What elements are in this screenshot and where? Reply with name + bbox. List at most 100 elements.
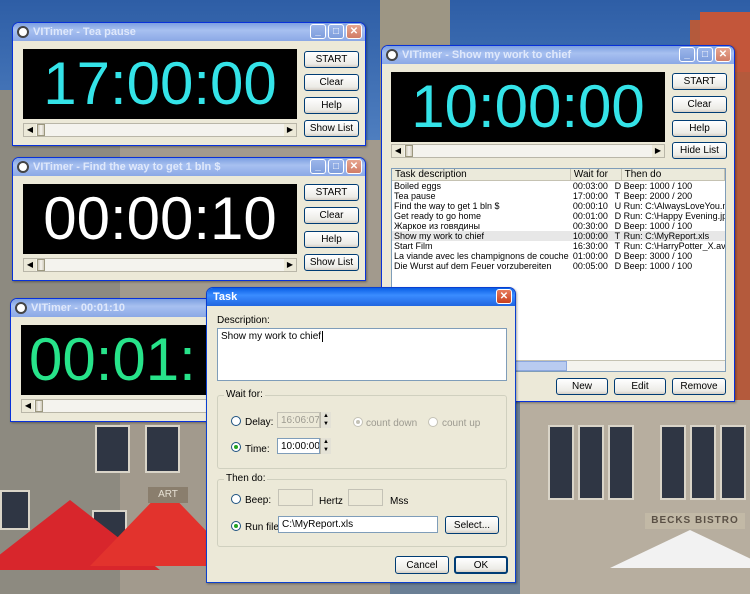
task-description-cell: Tea pause [394,191,436,201]
scroll-right-icon[interactable]: ▶ [284,124,296,136]
count-up-label: count up [442,418,481,429]
count-up-radio[interactable] [428,417,438,427]
wait-mode-cell: U [614,201,622,211]
run-file-radio[interactable] [231,521,241,531]
help-button[interactable]: Help [304,231,359,248]
table-row[interactable]: La viande avec les champignons de couche… [392,251,725,261]
close-icon[interactable]: ✕ [496,289,512,304]
table-row[interactable]: Жаркое из говядины 00:30:00 D Beep: 1000 / … [392,221,725,231]
minimize-icon[interactable]: _ [310,159,326,174]
scroll-left-icon[interactable]: ◀ [24,124,36,136]
remove-button[interactable]: Remove [672,378,726,395]
table-row[interactable]: Find the way to get 1 bln $ 00:00:10 U Run:… [392,201,725,211]
column-header-action[interactable]: Then do [622,169,725,180]
start-button[interactable]: START [672,73,727,90]
column-header-wait[interactable]: Wait for [571,169,622,180]
wait-mode-cell: D [614,221,622,231]
table-row[interactable]: Get ready to go home 00:01:00 D Run: C:\Hap… [392,211,725,221]
run-file-input[interactable]: C:\MyReport.xls [278,516,438,533]
title-bar[interactable]: Task ✕ [207,288,515,306]
task-description-cell: Die Wurst auf dem Feuer vorzubereiten [394,261,552,271]
then-do-title: Then do: [224,473,268,484]
scroll-left-icon[interactable]: ◀ [392,145,404,157]
dialog-title: Task [213,291,238,303]
beep-radio[interactable] [231,494,241,504]
close-icon[interactable]: ✕ [346,24,362,39]
scroll-right-icon[interactable]: ▶ [284,259,296,271]
clear-button[interactable]: Clear [304,74,359,91]
run-file-label: Run file: [245,522,282,533]
action-cell: Run: C:\HarryPotter_X.avi [623,241,725,251]
scroll-left-icon[interactable]: ◀ [24,259,36,271]
task-description-cell: La viande avec les champignons de couche [394,251,569,261]
delay-radio[interactable] [231,416,241,426]
description-textarea[interactable]: Show my work to chief [217,328,507,381]
table-row[interactable]: Die Wurst auf dem Feuer vorzubereiten 00:… [392,261,725,271]
action-cell: Beep: 3000 / 100 [623,251,693,261]
scroll-left-icon[interactable]: ◀ [22,400,34,412]
delay-input[interactable]: 16:06:07 [277,412,320,428]
time-label: Time: [245,444,270,455]
maximize-icon[interactable]: □ [328,159,344,174]
duration-input[interactable] [348,489,383,506]
title-bar[interactable]: VITimer - Find the way to get 1 bln $ _ … [13,158,365,176]
slider-thumb[interactable] [37,124,45,136]
minimize-icon[interactable]: _ [679,47,695,62]
time-spinner[interactable]: ▲ ▼ [320,438,331,454]
column-header-description[interactable]: Task description [392,169,571,180]
clear-button[interactable]: Clear [672,96,727,113]
show-list-button[interactable]: Show List [304,120,359,137]
time-slider[interactable]: ◀ ▶ [23,123,297,137]
time-readout: 00:01: [29,326,196,393]
slider-thumb[interactable] [35,400,43,412]
hertz-input[interactable] [278,489,313,506]
slider-thumb[interactable] [405,145,413,157]
close-icon[interactable]: ✕ [715,47,731,62]
building-window [578,425,604,500]
hertz-label: Hertz [319,496,343,507]
new-button[interactable]: New [556,378,608,395]
wait-for-group: Wait for: [217,389,507,469]
action-cell: Beep: 1000 / 100 [623,261,693,271]
table-row[interactable]: Start Film 16:30:00 T Run: C:\HarryPotter_X… [392,241,725,251]
wait-mode-cell: T [614,231,621,241]
table-row[interactable]: Show my work to chief 10:00:00 T Run: C:\My… [392,231,725,241]
ok-button[interactable]: OK [454,556,508,574]
edit-button[interactable]: Edit [614,378,666,395]
close-icon[interactable]: ✕ [346,159,362,174]
table-row[interactable]: Tea pause 17:00:00 T Beep: 2000 / 200 [392,191,725,201]
wait-time-cell: 10:00:00 [572,231,608,241]
start-button[interactable]: START [304,51,359,68]
start-button[interactable]: START [304,184,359,201]
time-slider[interactable]: ◀ ▶ [23,258,297,272]
clear-button[interactable]: Clear [304,207,359,224]
task-description-cell: Find the way to get 1 bln $ [394,201,500,211]
select-file-button[interactable]: Select... [445,516,499,534]
time-slider[interactable]: ◀ ▶ [391,144,665,158]
help-button[interactable]: Help [672,120,727,137]
wait-mode-cell: D [614,261,622,271]
window-title: VITimer - 00:01:10 [31,302,125,314]
cancel-button[interactable]: Cancel [395,556,449,574]
time-radio[interactable] [231,442,241,452]
table-row[interactable]: Boiled eggs 00:03:00 D Beep: 1000 / 100 [392,181,725,191]
title-bar[interactable]: VITimer - Tea pause _ □ ✕ [13,23,365,41]
title-bar[interactable]: VITimer - Show my work to chief _ □ ✕ [382,46,734,64]
count-down-radio[interactable] [353,417,363,427]
action-cell: Beep: 1000 / 100 [623,221,693,231]
help-button[interactable]: Help [304,97,359,114]
white-umbrella [610,530,750,568]
time-display: 10:00:00 [391,72,665,142]
delay-spinner[interactable]: ▲ ▼ [320,412,331,428]
minimize-icon[interactable]: _ [310,24,326,39]
hide-list-button[interactable]: Hide List [672,142,727,159]
maximize-icon[interactable]: □ [328,24,344,39]
maximize-icon[interactable]: □ [697,47,713,62]
slider-thumb[interactable] [37,259,45,271]
scroll-right-icon[interactable]: ▶ [652,145,664,157]
time-input[interactable]: 10:00:00 [277,438,320,454]
building-window [548,425,574,500]
action-cell: Run: C:\MyReport.xls [623,231,710,241]
clock-icon [17,161,29,173]
show-list-button[interactable]: Show List [304,254,359,271]
